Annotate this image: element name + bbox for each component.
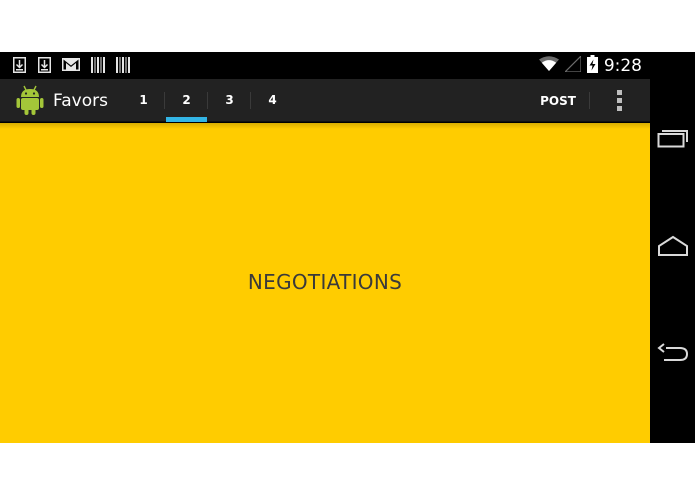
navigation-bar	[650, 52, 695, 443]
status-bar: 9:28	[0, 52, 650, 79]
android-icon[interactable]	[14, 84, 46, 116]
signal-icon	[563, 54, 582, 76]
active-tab-indicator	[166, 117, 207, 122]
battery-charging-icon	[586, 55, 598, 77]
barcode-icon	[116, 56, 130, 73]
action-bar-divider	[589, 92, 590, 109]
app-title: Favors	[53, 91, 108, 111]
content-area: NEGOTIATIONS	[0, 123, 650, 443]
tab-label: 4	[268, 92, 277, 107]
status-clock: 9:28	[603, 56, 642, 76]
tab-1[interactable]: 1	[122, 79, 165, 122]
home-icon[interactable]	[656, 229, 690, 263]
tab-label: 2	[182, 92, 191, 107]
notification-icons	[12, 56, 130, 73]
tab-bar: 1 2 3 4	[122, 79, 294, 122]
device-screen: 9:28 Favors 1 2 3 4 POST NEGOTIATIONS	[0, 52, 695, 443]
tab-2[interactable]: 2	[165, 79, 208, 122]
tab-label: 1	[139, 92, 148, 107]
download-icon	[37, 56, 51, 73]
download-icon	[12, 56, 26, 73]
action-bar-shadow	[0, 123, 650, 129]
post-button[interactable]: POST	[528, 79, 588, 122]
overflow-dot	[616, 105, 622, 111]
overflow-menu-icon[interactable]	[601, 85, 637, 115]
wifi-icon	[538, 56, 559, 76]
recent-apps-icon[interactable]	[656, 121, 690, 155]
tab-label: 3	[225, 92, 234, 107]
action-bar: Favors 1 2 3 4 POST	[0, 79, 650, 122]
section-label: NEGOTIATIONS	[247, 270, 403, 294]
system-icons: 9:28	[538, 54, 642, 77]
gmail-icon	[62, 56, 80, 73]
tab-3[interactable]: 3	[208, 79, 251, 122]
back-icon[interactable]	[656, 337, 690, 371]
overflow-dot	[616, 89, 622, 95]
barcode-icon	[91, 56, 105, 73]
tab-4[interactable]: 4	[251, 79, 294, 122]
overflow-dot	[616, 97, 622, 103]
screenshot-frame: 9:28 Favors 1 2 3 4 POST NEGOTIATIONS	[0, 0, 695, 494]
